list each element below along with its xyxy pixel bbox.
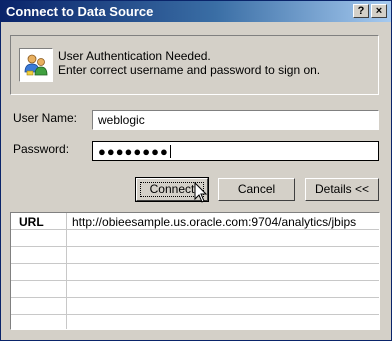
password-field[interactable]: ●●●●●●●●	[92, 141, 379, 161]
text-caret	[169, 145, 171, 158]
column-divider	[66, 315, 67, 329]
close-button[interactable]: ×	[371, 4, 387, 18]
users-icon	[19, 48, 53, 82]
column-divider	[66, 213, 67, 229]
row-value: http://obieesample.us.oracle.com:9704/an…	[72, 215, 357, 229]
username-field[interactable]	[92, 110, 379, 130]
password-label: Password:	[13, 142, 70, 156]
password-mask: ●●●●●●●●	[98, 144, 169, 159]
connection-details-table: URL http://obieesample.us.oracle.com:970…	[10, 212, 380, 330]
details-button[interactable]: Details <<	[305, 178, 379, 201]
table-row: URL http://obieesample.us.oracle.com:970…	[11, 213, 379, 230]
column-divider	[66, 230, 67, 246]
connect-dialog: Connect to Data Source ? × User Authenti…	[0, 0, 392, 341]
column-divider	[66, 298, 67, 314]
info-panel: User Authentication Needed. Enter correc…	[10, 35, 379, 95]
window-title: Connect to Data Source	[6, 4, 154, 19]
mouse-pointer-icon	[194, 182, 208, 203]
column-divider	[66, 247, 67, 263]
table-row	[11, 264, 379, 281]
info-text: User Authentication Needed. Enter correc…	[58, 49, 320, 77]
username-label: User Name:	[13, 111, 78, 125]
help-button[interactable]: ?	[353, 4, 369, 18]
table-row	[11, 298, 379, 315]
table-row	[11, 230, 379, 247]
table-row	[11, 247, 379, 264]
column-divider	[66, 264, 67, 280]
table-row	[11, 281, 379, 298]
info-heading: User Authentication Needed.	[58, 49, 211, 63]
column-divider	[66, 281, 67, 297]
table-row	[11, 315, 379, 329]
row-key: URL	[19, 215, 44, 229]
cancel-button[interactable]: Cancel	[218, 178, 295, 201]
info-instruction: Enter correct username and password to s…	[58, 63, 321, 77]
title-bar[interactable]: Connect to Data Source ? ×	[1, 1, 391, 22]
